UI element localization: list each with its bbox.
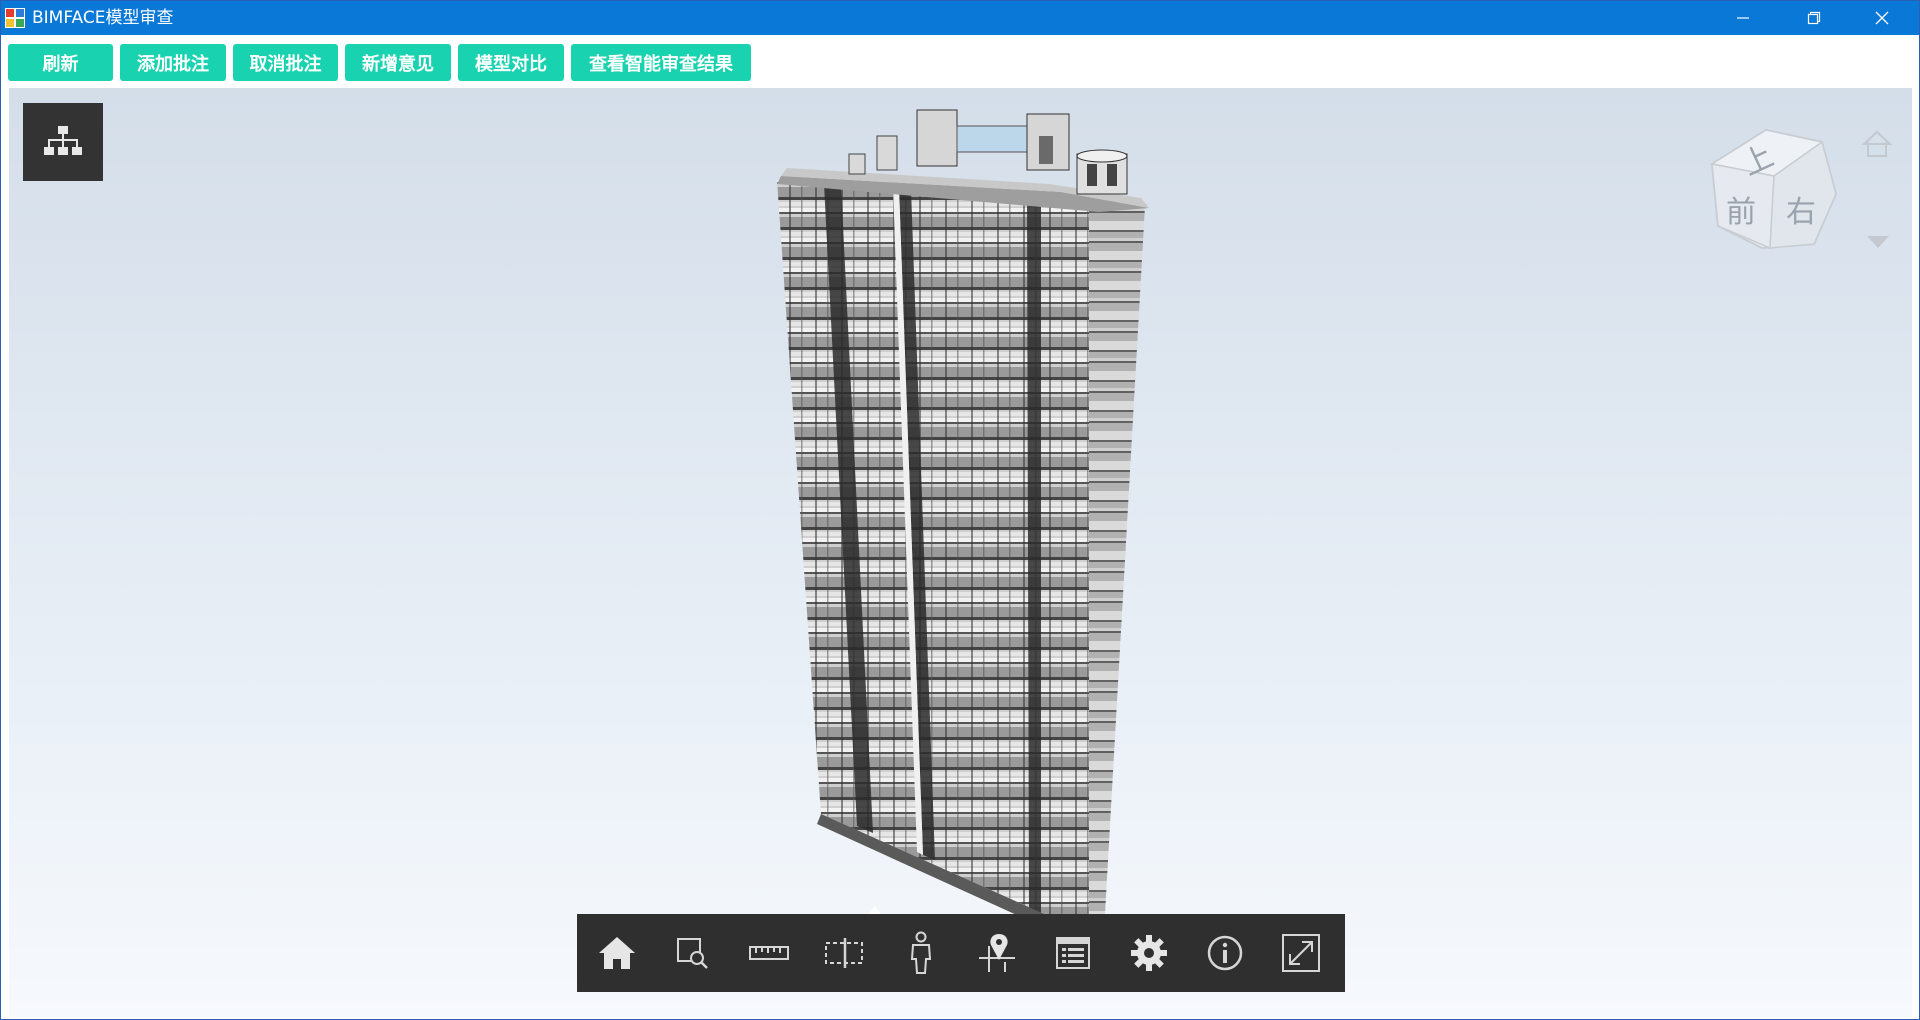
window-title: BIMFACE模型审查 <box>32 8 174 28</box>
settings-button[interactable] <box>1111 914 1187 992</box>
view-smart-review-button[interactable]: 查看智能审查结果 <box>571 44 751 81</box>
section-caret-icon <box>869 906 881 914</box>
refresh-button[interactable]: 刷新 <box>8 44 113 81</box>
building-model[interactable] <box>9 88 1912 1017</box>
person-icon <box>910 931 932 974</box>
ruler-icon <box>749 946 789 960</box>
section-button[interactable] <box>807 914 883 992</box>
measure-button[interactable] <box>731 914 807 992</box>
map-button[interactable] <box>959 914 1035 992</box>
info-button[interactable] <box>1187 914 1263 992</box>
close-icon <box>1875 11 1889 25</box>
properties-button[interactable] <box>1035 914 1111 992</box>
list-icon <box>1056 937 1090 969</box>
view-cube[interactable]: 前 右 上 <box>1704 118 1894 258</box>
zoom-box-icon <box>677 938 708 969</box>
model-viewer[interactable]: 前 右 上 <box>9 88 1912 1017</box>
cancel-annotation-button[interactable]: 取消批注 <box>233 44 338 81</box>
app-icon <box>5 8 25 28</box>
viewer-toolbar <box>577 906 1345 992</box>
restore-button[interactable] <box>1783 1 1845 35</box>
fullscreen-button[interactable] <box>1263 914 1339 992</box>
cube-front-label: 前 <box>1726 195 1756 230</box>
review-toolbar: 刷新 添加批注 取消批注 新增意见 模型对比 查看智能审查结果 <box>1 35 1919 86</box>
view-cube-graphic: 前 右 上 <box>1709 128 1893 250</box>
restore-icon <box>1807 11 1821 25</box>
cube-right-label: 右 <box>1786 195 1816 230</box>
home-icon <box>599 937 635 969</box>
zoom-box-button[interactable] <box>655 914 731 992</box>
app-window: BIMFACE模型审查 刷新 添加批注 取消批注 新增意见 模型对比 查看智能审… <box>0 0 1920 1020</box>
minimize-button[interactable] <box>1712 1 1774 35</box>
triangle-down-icon <box>1867 236 1889 248</box>
walk-button[interactable] <box>883 914 959 992</box>
model-compare-button[interactable]: 模型对比 <box>458 44 564 81</box>
title-bar: BIMFACE模型审查 <box>1 1 1919 35</box>
gear-icon <box>1131 935 1167 971</box>
minimize-icon <box>1737 17 1749 19</box>
add-opinion-button[interactable]: 新增意见 <box>345 44 451 81</box>
home-view-button[interactable] <box>579 914 655 992</box>
map-pin-icon <box>979 934 1015 972</box>
info-icon <box>1207 935 1243 971</box>
fullscreen-icon <box>1282 934 1320 972</box>
close-button[interactable] <box>1851 1 1913 35</box>
section-box-icon <box>825 938 863 968</box>
home-outline-icon <box>1861 130 1893 157</box>
add-annotation-button[interactable]: 添加批注 <box>120 44 226 81</box>
